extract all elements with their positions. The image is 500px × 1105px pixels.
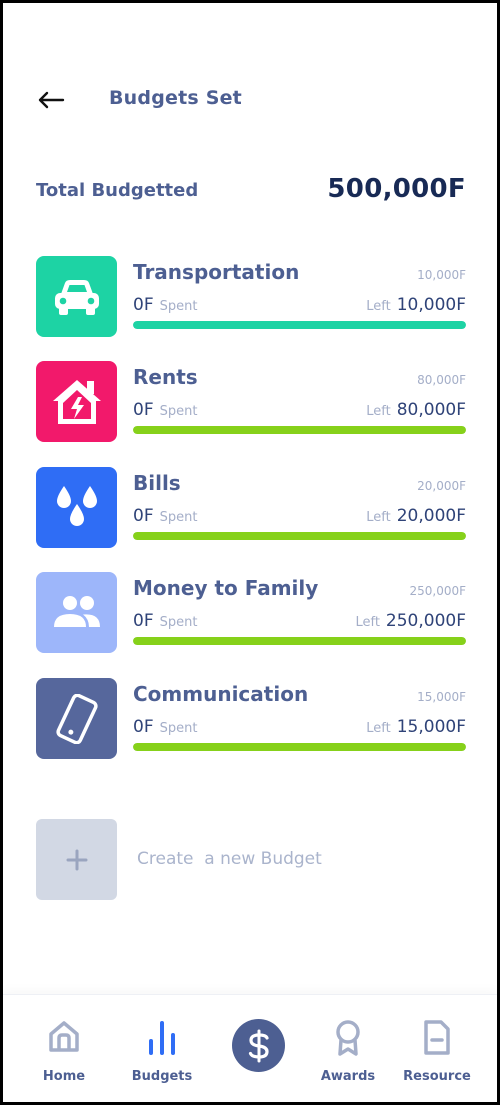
car-icon <box>54 279 99 315</box>
budget-progress-fill <box>133 532 466 540</box>
left-label: Left <box>366 510 391 525</box>
spent-label: Spent <box>159 299 198 314</box>
nav-budgets[interactable]: Budgets <box>114 995 210 1102</box>
left-amount: 80,000F <box>396 400 466 420</box>
budget-tile <box>36 467 117 548</box>
budget-spent: 0F Spent <box>133 611 197 631</box>
budget-spent: 0F Spent <box>133 717 197 737</box>
left-amount: 250,000F <box>385 611 466 631</box>
nav-awards[interactable]: Awards <box>300 995 396 1102</box>
back-button[interactable] <box>33 85 69 115</box>
budget-total: 15,000F <box>417 690 466 704</box>
page-title: Budgets Set <box>109 87 242 109</box>
budget-name: Transportation <box>133 260 300 284</box>
spent-amount: 0F <box>133 506 154 526</box>
budget-progress-bar <box>133 426 466 434</box>
budget-total: 250,000F <box>409 584 466 598</box>
award-icon <box>336 1020 360 1056</box>
left-label: Left <box>366 404 391 419</box>
home-icon <box>49 1021 79 1052</box>
budget-spent: 0F Spent <box>133 506 197 526</box>
left-amount: 20,000F <box>396 506 466 526</box>
spent-amount: 0F <box>133 400 154 420</box>
budget-left: Left 250,000F <box>355 611 466 631</box>
budget-spent: 0F Spent <box>133 295 197 315</box>
left-label: Left <box>355 615 380 630</box>
budget-progress-bar <box>133 637 466 645</box>
bar-chart-icon <box>149 1021 175 1055</box>
budget-item-money-to-family[interactable]: Money to Family 250,000F 0F Spent Left 250… <box>36 572 466 654</box>
spent-amount: 0F <box>133 295 154 315</box>
water-drops-icon <box>56 485 97 526</box>
house-icon <box>52 379 101 424</box>
budget-name: Rents <box>133 365 198 389</box>
budget-tile <box>36 572 117 653</box>
nav-awards-label: Awards <box>320 1069 376 1084</box>
phone-icon <box>55 693 98 744</box>
budget-tile <box>36 256 117 337</box>
spent-label: Spent <box>159 404 198 419</box>
document-icon <box>424 1020 450 1055</box>
spent-label: Spent <box>159 510 198 525</box>
nav-budgets-label: Budgets <box>131 1069 193 1084</box>
left-amount: 15,000F <box>396 717 466 737</box>
budget-left: Left 80,000F <box>366 400 466 420</box>
nav-resource[interactable]: Resource <box>389 995 485 1102</box>
budgets-screen: Budgets Set Total Budgetted 500,000F Tra… <box>3 3 497 1102</box>
left-label: Left <box>366 299 391 314</box>
budget-total: 80,000F <box>417 373 466 387</box>
spent-label: Spent <box>159 615 198 630</box>
budget-name: Communication <box>133 682 309 706</box>
dollar-icon <box>248 1029 269 1062</box>
left-amount: 10,000F <box>396 295 466 315</box>
budget-total: 10,000F <box>417 268 466 282</box>
budget-progress-fill <box>133 743 466 751</box>
budget-total: 20,000F <box>417 479 466 493</box>
budget-left: Left 20,000F <box>366 506 466 526</box>
budget-item-transportation[interactable]: Transportation 10,000F 0F Spent Left 10,00… <box>36 256 466 338</box>
bottom-nav: Home Budgets Awards Resource <box>3 994 497 1102</box>
spent-amount: 0F <box>133 611 154 631</box>
nav-home-label: Home <box>42 1069 86 1084</box>
budget-progress-bar <box>133 532 466 540</box>
budget-item-communication[interactable]: Communication 15,000F 0F Spent Left 15,000… <box>36 678 466 760</box>
budget-spent: 0F Spent <box>133 400 197 420</box>
budget-tile <box>36 361 117 442</box>
budget-left: Left 15,000F <box>366 717 466 737</box>
budget-progress-bar <box>133 743 466 751</box>
spent-amount: 0F <box>133 717 154 737</box>
left-label: Left <box>366 721 391 736</box>
budget-name: Money to Family <box>133 576 319 600</box>
arrow-left-icon <box>38 91 65 109</box>
people-icon <box>53 595 100 627</box>
spent-label: Spent <box>159 721 198 736</box>
budget-progress-fill <box>133 637 466 645</box>
budget-progress-fill <box>133 321 466 329</box>
budget-left: Left 10,000F <box>366 295 466 315</box>
plus-icon <box>66 849 87 870</box>
budget-item-rents[interactable]: Rents 80,000F 0F Spent Left 80,000F <box>36 361 466 443</box>
nav-dollar-button[interactable] <box>232 1019 285 1072</box>
nav-resource-label: Resource <box>403 1069 471 1084</box>
budget-item-bills[interactable]: Bills 20,000F 0F Spent Left 20,000F <box>36 467 466 549</box>
nav-home[interactable]: Home <box>16 995 112 1102</box>
total-budgetted-label: Total Budgetted <box>36 180 199 201</box>
create-budget-button[interactable] <box>36 819 117 900</box>
budget-progress-fill <box>133 426 466 434</box>
budget-progress-bar <box>133 321 466 329</box>
budget-tile <box>36 678 117 759</box>
total-budgetted-value: 500,000F <box>327 174 466 204</box>
budget-name: Bills <box>133 471 181 495</box>
create-budget-label[interactable]: Create a new Budget <box>137 849 322 869</box>
